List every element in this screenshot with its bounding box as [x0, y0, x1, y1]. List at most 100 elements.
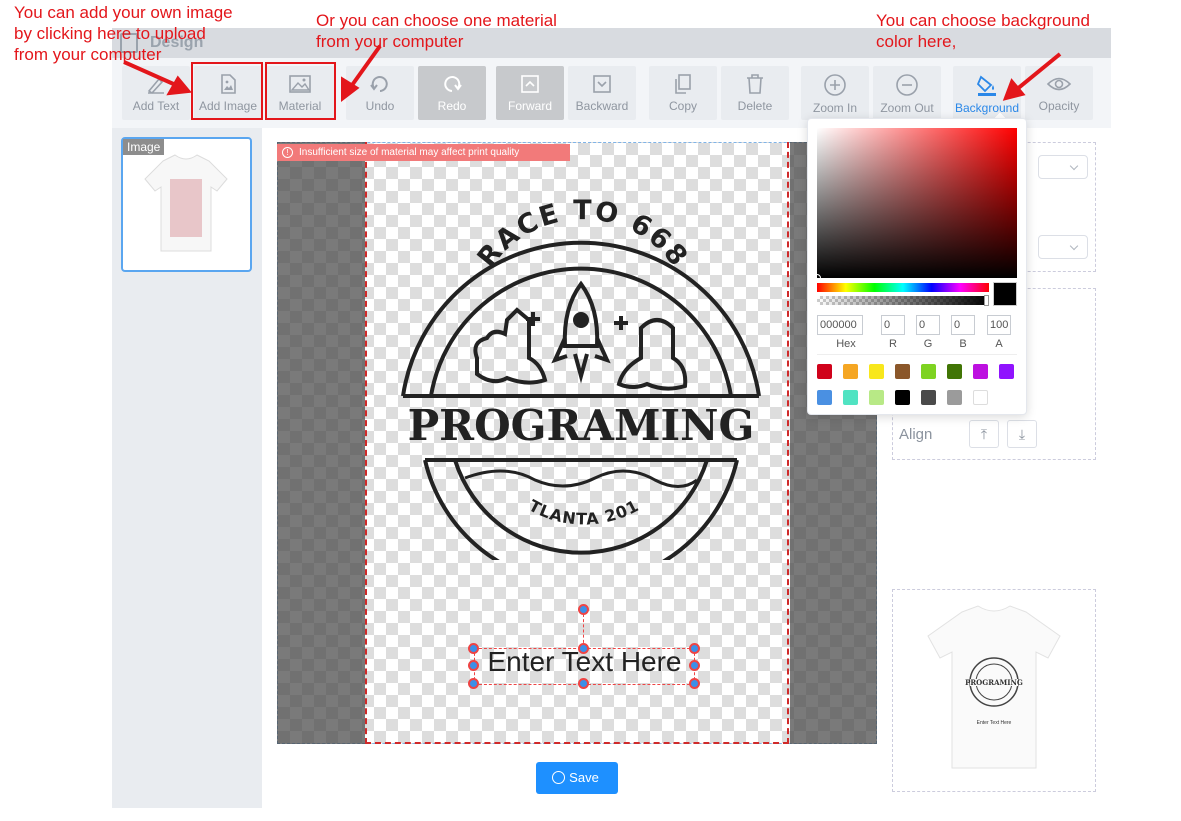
resize-handle-b[interactable]	[578, 678, 589, 689]
zoom-out-label: Zoom Out	[880, 101, 934, 115]
r-input[interactable]: 0	[881, 315, 905, 335]
hue-slider[interactable]	[817, 283, 989, 292]
hex-label: Hex	[836, 338, 856, 350]
resize-handle-br[interactable]	[689, 678, 700, 689]
r-label: R	[889, 338, 897, 350]
add-image-highlight	[191, 62, 263, 120]
preview-main-text: PROGRAMING	[965, 678, 1023, 687]
backward-button[interactable]: Backward	[568, 66, 636, 120]
paint-bucket-icon	[976, 75, 996, 96]
resize-handle-t[interactable]	[578, 643, 589, 654]
copy-button[interactable]: Copy	[649, 66, 717, 120]
resize-handle-bl[interactable]	[468, 678, 479, 689]
copy-icon	[675, 74, 691, 94]
align-label: Align	[899, 426, 933, 443]
warning-icon: !	[282, 147, 293, 158]
rocket-icon	[473, 280, 688, 391]
resize-handle-tr[interactable]	[689, 643, 700, 654]
preview-text-element: Enter Text Here	[977, 720, 1012, 726]
product-thumbnail[interactable]	[121, 137, 252, 272]
zoom-out-icon	[896, 74, 918, 96]
align-bottom-button[interactable]: ⤓	[1007, 420, 1037, 448]
color-swatch[interactable]	[869, 390, 884, 405]
badge-top-text: RACE TO 668	[472, 195, 693, 273]
background-note: You can choose background color here,	[876, 10, 1090, 52]
color-swatch[interactable]	[947, 390, 962, 405]
tshirt-preview: PROGRAMING Enter Text Here	[927, 605, 1061, 769]
color-swatch[interactable]	[869, 364, 884, 379]
trash-icon	[747, 74, 763, 94]
material-note-line: Or you can choose one material	[316, 11, 557, 30]
check-circle-icon	[552, 771, 565, 784]
sv-cursor[interactable]	[813, 274, 821, 282]
backward-label: Backward	[575, 99, 629, 113]
add-image-note-line: from your computer	[14, 45, 162, 64]
opacity-button[interactable]: Opacity	[1025, 66, 1093, 120]
send-backward-icon	[593, 75, 611, 93]
resize-handle-r[interactable]	[689, 660, 700, 671]
background-label: Background	[954, 101, 1020, 115]
saturation-value-area[interactable]	[817, 128, 1017, 278]
resize-handle-tl[interactable]	[468, 643, 479, 654]
bring-forward-icon	[521, 75, 539, 93]
b-input[interactable]: 0	[951, 315, 975, 335]
color-swatch[interactable]	[973, 390, 988, 405]
redo-icon	[444, 76, 462, 92]
material-note: Or you can choose one material from your…	[316, 10, 557, 52]
material-highlight	[265, 62, 336, 120]
forward-button[interactable]: Forward	[496, 66, 564, 120]
color-swatch[interactable]	[817, 364, 832, 379]
align-bottom-icon: ⤓	[1018, 426, 1026, 442]
font-family-select[interactable]	[1038, 155, 1088, 179]
g-input[interactable]: 0	[916, 315, 940, 335]
align-top-icon: ⤒	[980, 426, 988, 442]
color-swatch[interactable]	[895, 364, 910, 379]
font-size-select[interactable]	[1038, 235, 1088, 259]
background-button[interactable]: Background	[953, 66, 1021, 120]
add-image-note-line: You can add your own image	[14, 3, 233, 22]
save-button[interactable]: Save	[536, 762, 618, 794]
delete-button[interactable]: Delete	[721, 66, 789, 120]
alpha-slider[interactable]	[817, 296, 989, 305]
alpha-slider-thumb[interactable]	[984, 295, 989, 306]
color-swatch[interactable]	[843, 364, 858, 379]
pen-icon	[147, 77, 164, 95]
color-swatch[interactable]	[921, 390, 936, 405]
redo-button[interactable]: Redo	[418, 66, 486, 120]
badge-main-text: PROGRAMING	[408, 401, 755, 450]
eye-icon	[1046, 77, 1072, 91]
swatch-separator	[817, 354, 1017, 355]
add-text-label: Add Text	[132, 99, 180, 113]
redo-label: Redo	[437, 99, 467, 113]
resize-handle-l[interactable]	[468, 660, 479, 671]
background-note-line: You can choose background	[876, 11, 1090, 30]
hex-input[interactable]: 000000	[817, 315, 863, 335]
add-image-note: You can add your own image by clicking h…	[14, 2, 233, 65]
color-swatch[interactable]	[843, 390, 858, 405]
opacity-label: Opacity	[1038, 99, 1080, 113]
rotate-handle[interactable]	[578, 604, 589, 615]
zoom-in-icon	[824, 74, 846, 96]
thumbnail-tag: Image	[123, 139, 165, 155]
add-text-button[interactable]: Add Text	[122, 66, 190, 120]
undo-button[interactable]: Undo	[346, 66, 414, 120]
zoom-in-label: Zoom In	[812, 101, 857, 115]
material-note-line: from your computer	[316, 32, 464, 51]
align-top-button[interactable]: ⤒	[969, 420, 999, 448]
svg-text:RACE TO 668: RACE TO 668	[472, 195, 695, 273]
color-swatch[interactable]	[895, 390, 910, 405]
zoom-out-button[interactable]: Zoom Out	[873, 66, 941, 120]
b-label: B	[959, 338, 967, 350]
color-swatch[interactable]	[999, 364, 1014, 379]
color-swatch[interactable]	[947, 364, 962, 379]
programing-badge-artwork[interactable]: RACE TO 668 ATLANTA 2019 PROGRAMING	[395, 188, 767, 560]
a-label: A	[995, 338, 1003, 350]
add-image-note-line: by clicking here to upload	[14, 24, 206, 43]
a-input[interactable]: 100	[987, 315, 1011, 335]
tshirt-thumbnail-icon	[144, 154, 228, 252]
color-swatch[interactable]	[973, 364, 988, 379]
zoom-in-button[interactable]: Zoom In	[801, 66, 869, 120]
color-swatch[interactable]	[817, 390, 832, 405]
copy-label: Copy	[668, 99, 697, 113]
color-swatch[interactable]	[921, 364, 936, 379]
